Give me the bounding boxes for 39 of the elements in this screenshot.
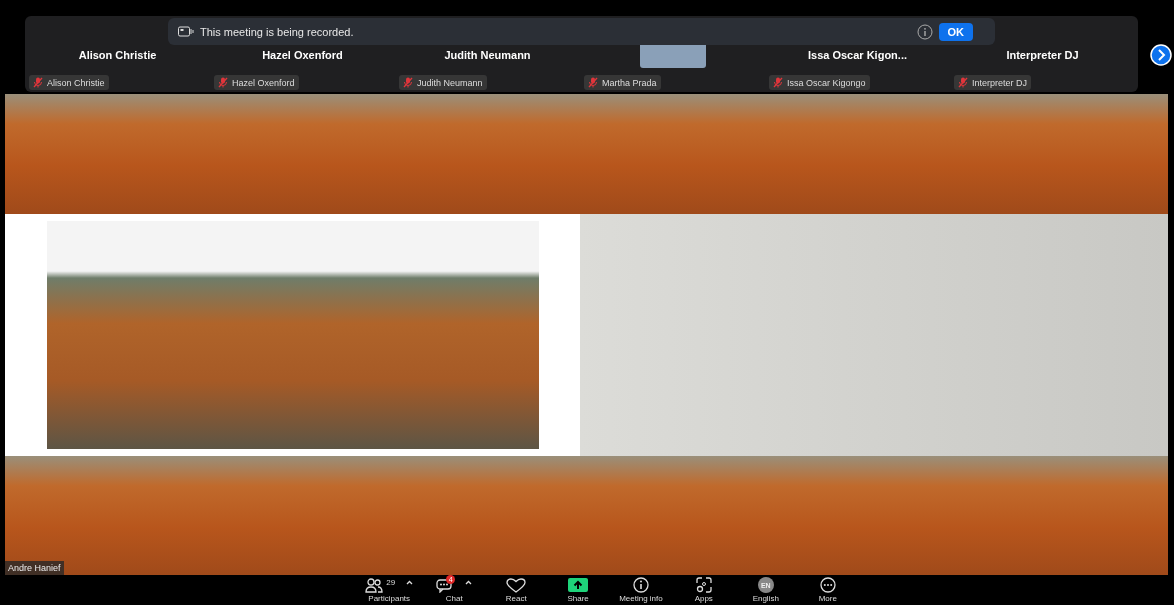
caret-icon [465, 579, 473, 585]
muted-mic-icon [958, 77, 968, 88]
toolbar-button[interactable]: Share [551, 575, 606, 604]
muted-mic-icon [33, 77, 43, 88]
chat-icon [436, 577, 455, 593]
muted-mic-icon [588, 77, 598, 88]
toolbar-button[interactable]: Meeting info [613, 575, 669, 604]
next-page-icon[interactable] [1150, 44, 1172, 66]
apps-icon [695, 577, 712, 593]
ok-button[interactable]: OK [938, 22, 973, 41]
participant-label-text: Interpreter DJ [972, 77, 1028, 88]
participant-count: 29 [386, 577, 396, 587]
participant-label-text: Judith Neumann [417, 77, 483, 88]
info-icon[interactable] [916, 23, 933, 40]
people-icon [365, 577, 384, 593]
muted-mic-icon [218, 77, 228, 88]
muted-mic-icon [403, 77, 413, 88]
more-icon [819, 577, 836, 593]
participant-label-text: Issa Oscar Kigongo [787, 77, 866, 88]
toolbar-button[interactable]: Apps [676, 575, 731, 604]
participant-name: Judith Neumann [444, 49, 531, 61]
participant-name: Alison Christie [78, 49, 157, 61]
participant-name: Issa Oscar Kigon... [807, 49, 907, 61]
heart-icon [506, 577, 527, 593]
speaker-name: Andre Hanief [5, 561, 64, 575]
participant-label-text: Alison Christie [47, 77, 105, 88]
toolbar-button[interactable]: More [800, 575, 855, 604]
toolbar-button[interactable]: React [489, 575, 544, 604]
participant-label-text: Martha Prada [602, 77, 657, 88]
muted-mic-icon [773, 77, 783, 88]
info-icon [632, 577, 649, 593]
recording-message: This meeting is being recorded. [200, 25, 355, 38]
participant-name: Hazel Oxenford [262, 49, 343, 61]
share-screen-icon [568, 578, 589, 592]
toolbar-button[interactable]: 29 Participants [359, 575, 420, 604]
participant-label-text: Hazel Oxenford [232, 77, 295, 88]
recording-icon [178, 26, 194, 37]
caret-icon [406, 579, 414, 585]
participant-name: Interpreter DJ [1006, 49, 1079, 61]
